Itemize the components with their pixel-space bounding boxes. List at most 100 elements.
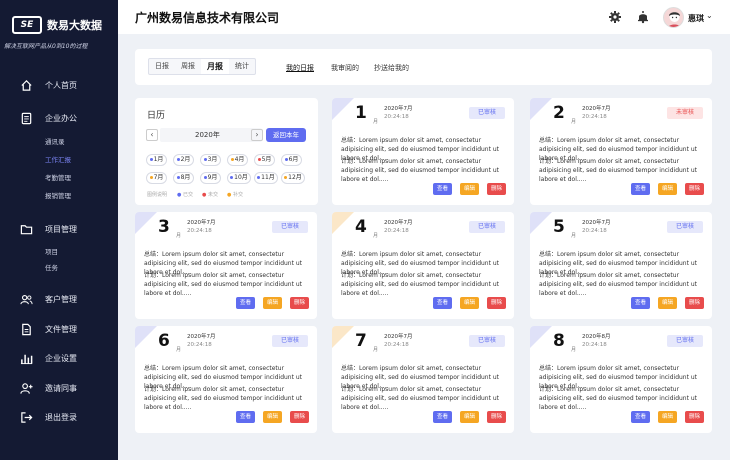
gear-icon[interactable] [608,10,622,24]
delete-button[interactable]: 删除 [290,411,309,423]
month-2[interactable]: 2月 [173,154,194,166]
bell-icon[interactable] [636,10,650,24]
edit-button[interactable]: 编辑 [658,411,677,423]
logo: SE 数易大数据 [12,16,102,34]
view-button[interactable]: 查看 [631,183,650,195]
delete-button[interactable]: 删除 [685,297,704,309]
sub-item-reimbursement[interactable]: 报销管理 [45,190,71,200]
month-10[interactable]: 10月 [227,172,251,184]
username[interactable]: 惠琪 [688,13,704,24]
nav-item-customers[interactable]: 客户管理 [0,288,118,310]
card-month-unit: 月 [176,347,182,353]
legend-missing: ● 未交 [202,192,218,198]
sub-item-attendance[interactable]: 考勤管理 [45,172,71,182]
nav-item-settings[interactable]: 企业设置 [0,347,118,369]
legend-submitted: ● 已交 [177,192,193,198]
edit-button[interactable]: 编辑 [263,411,282,423]
report-card: 5 月 2020年7月 20:24:18 已审核 总结：Lorem ipsum dolor… [530,212,712,319]
month-11[interactable]: 11月 [254,172,278,184]
delete-button[interactable]: 删除 [685,183,704,195]
edit-button[interactable]: 编辑 [263,297,282,309]
month-12[interactable]: 12月 [281,172,305,184]
nav-item-home[interactable]: 个人首页 [0,74,118,96]
report-card: 8 月 2020年8月 20:24:18 已审核 总结：Lorem ipsum dolor… [530,326,712,433]
card-date: 2020年7月 [582,106,611,112]
nav-label: 文件管理 [45,324,77,334]
month-5[interactable]: 5月 [254,154,275,166]
edit-button[interactable]: 编辑 [658,183,677,195]
tab-my-reports[interactable]: 我的日报 [286,63,314,73]
card-time: 20:24:18 [384,342,409,348]
nav-item-logout[interactable]: 退出登录 [0,406,118,428]
next-year-button[interactable]: › [251,129,263,141]
delete-button[interactable]: 删除 [487,183,506,195]
delete-button[interactable]: 删除 [685,411,704,423]
card-month-unit: 月 [176,233,182,239]
nav-label: 个人首页 [45,80,77,90]
view-button[interactable]: 查看 [631,411,650,423]
month-9[interactable]: 9月 [200,172,221,184]
status-badge: 已审核 [469,221,505,233]
nav-item-files[interactable]: 文件管理 [0,318,118,340]
tab-statistics[interactable]: 统计 [229,59,255,74]
card-month-number: 1 [355,103,367,123]
month-8[interactable]: 8月 [173,172,194,184]
view-button[interactable]: 查看 [433,297,452,309]
card-month-number: 7 [355,331,367,351]
legend-title: 图例说明 [147,192,168,198]
tab-reviewed-by-me[interactable]: 我审阅的 [331,63,359,73]
tab-daily[interactable]: 日报 [149,59,175,74]
month-6[interactable]: 6月 [281,154,302,166]
nav-label: 企业设置 [45,353,77,363]
tab-cc-to-me[interactable]: 抄送给我的 [374,63,409,73]
sub-item-task[interactable]: 任务 [45,262,58,272]
status-badge: 已审核 [469,107,505,119]
prev-year-button[interactable]: ‹ [146,129,158,141]
card-corner [332,326,354,348]
report-card: 7 月 2020年7月 20:24:18 已审核 总结：Lorem ipsum dolor… [332,326,514,433]
edit-button[interactable]: 编辑 [460,411,479,423]
card-date: 2020年7月 [582,220,611,226]
delete-button[interactable]: 删除 [487,297,506,309]
month-4[interactable]: 4月 [227,154,248,166]
chevron-down-icon[interactable]: ⌄ [706,11,713,20]
tab-weekly[interactable]: 周报 [175,59,201,74]
return-this-year-button[interactable]: 返回本年 [266,128,306,142]
card-month-unit: 月 [571,233,577,239]
card-month-number: 4 [355,217,367,237]
nav-item-office[interactable]: 企业办公 [0,107,118,129]
card-month-number: 3 [158,217,170,237]
report-card: 4 月 2020年7月 20:24:18 已审核 总结：Lorem ipsum dolor… [332,212,514,319]
month-3[interactable]: 3月 [200,154,221,166]
view-button[interactable]: 查看 [433,411,452,423]
sub-item-project[interactable]: 项目 [45,246,58,256]
view-button[interactable]: 查看 [236,411,255,423]
nav-label: 项目管理 [45,224,77,234]
view-button[interactable]: 查看 [631,297,650,309]
card-month-number: 8 [553,331,565,351]
report-card: 6 月 2020年7月 20:24:18 已审核 总结：Lorem ipsum dolor… [135,326,317,433]
tab-monthly[interactable]: 月报 [201,59,229,74]
sub-item-work-report[interactable]: 工作汇报 [45,154,71,164]
delete-button[interactable]: 删除 [290,297,309,309]
report-card: 1 月 2020年7月 20:24:18 已审核 总结：Lorem ipsum dolor… [332,98,514,205]
edit-button[interactable]: 编辑 [460,297,479,309]
card-date: 2020年8月 [582,334,611,340]
card-time: 20:24:18 [384,114,409,120]
avatar[interactable] [663,7,684,28]
month-7[interactable]: 7月 [146,172,167,184]
view-button[interactable]: 查看 [433,183,452,195]
card-month-number: 5 [553,217,565,237]
view-button[interactable]: 查看 [236,297,255,309]
delete-button[interactable]: 删除 [487,411,506,423]
status-badge: 已审核 [272,221,308,233]
users-icon [19,292,33,306]
month-1[interactable]: 1月 [146,154,167,166]
status-badge: 未审核 [667,107,703,119]
sub-item-contacts[interactable]: 通讯录 [45,136,65,146]
nav-item-projects[interactable]: 项目管理 [0,218,118,240]
card-plan: 计划：Lorem ipsum dolor sit amet, consectet… [539,272,698,297]
edit-button[interactable]: 编辑 [658,297,677,309]
nav-item-invite[interactable]: 邀请同事 [0,377,118,399]
edit-button[interactable]: 编辑 [460,183,479,195]
